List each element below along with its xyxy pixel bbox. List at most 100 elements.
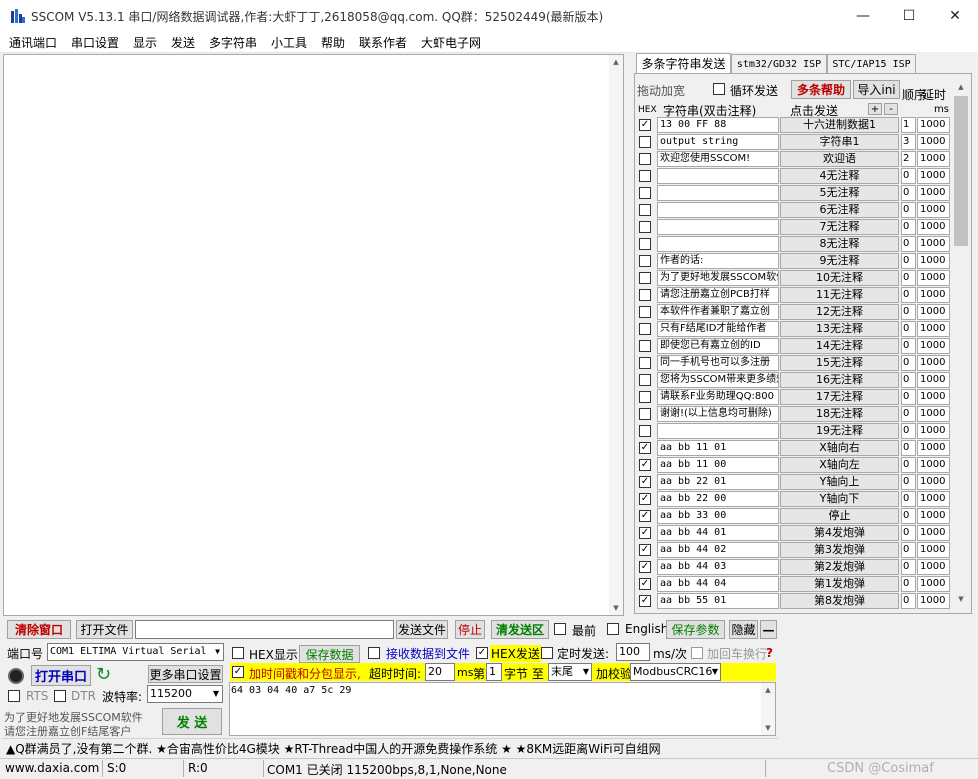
menu-help[interactable]: 帮助 — [321, 34, 345, 51]
row-order-input[interactable]: 3 — [901, 134, 916, 150]
row-hex-checkbox[interactable] — [639, 221, 651, 233]
scroll-down-icon[interactable]: ▼ — [609, 601, 623, 615]
row-string-input[interactable]: 只有F结尾ID才能给作者 — [657, 321, 779, 337]
row-send-button[interactable]: 8无注释 — [780, 236, 899, 252]
row-send-button[interactable]: 第8发炮弹 — [780, 593, 899, 609]
row-send-button[interactable]: 17无注释 — [780, 389, 899, 405]
row-send-button[interactable]: 13无注释 — [780, 321, 899, 337]
row-order-input[interactable]: 0 — [901, 389, 916, 405]
timed-send-checkbox[interactable] — [541, 647, 553, 659]
row-send-button[interactable]: 4无注释 — [780, 168, 899, 184]
close-button[interactable]: ✕ — [932, 0, 978, 32]
row-order-input[interactable]: 1 — [901, 117, 916, 133]
row-hex-checkbox[interactable] — [639, 272, 651, 284]
menu-multi-string[interactable]: 多字符串 — [209, 34, 257, 51]
row-delay-input[interactable]: 1000 — [917, 219, 950, 235]
row-hex-checkbox[interactable]: ✓ — [639, 476, 651, 488]
drag-widen-label[interactable]: 拖动加宽 — [637, 82, 685, 99]
row-delay-input[interactable]: 1000 — [917, 253, 950, 269]
row-send-button[interactable]: 6无注释 — [780, 202, 899, 218]
row-send-button[interactable]: 19无注释 — [780, 423, 899, 439]
row-string-input[interactable] — [657, 202, 779, 218]
row-order-input[interactable]: 0 — [901, 440, 916, 456]
row-order-input[interactable]: 0 — [901, 423, 916, 439]
row-hex-checkbox[interactable] — [639, 391, 651, 403]
row-order-input[interactable]: 0 — [901, 406, 916, 422]
row-delay-input[interactable]: 1000 — [917, 151, 950, 167]
row-string-input[interactable]: 请联系F业务助理QQ:800 — [657, 389, 779, 405]
row-string-input[interactable]: aa bb 22 00 — [657, 491, 779, 507]
row-order-input[interactable]: 0 — [901, 355, 916, 371]
row-delay-input[interactable]: 1000 — [917, 508, 950, 524]
row-delay-input[interactable]: 1000 — [917, 338, 950, 354]
menu-port-settings[interactable]: 串口设置 — [71, 34, 119, 51]
row-string-input[interactable]: 本软件作者兼职了嘉立创 — [657, 304, 779, 320]
baud-select[interactable]: 115200 ▼ — [147, 685, 223, 703]
receive-area[interactable] — [3, 54, 624, 616]
row-order-input[interactable]: 0 — [901, 525, 916, 541]
tab-stc-isp[interactable]: STC/IAP15 ISP — [827, 54, 916, 73]
status-site[interactable]: www.daxia.com — [5, 761, 99, 775]
send-textarea[interactable]: 64 03 04 40 a7 5c 29 ▲ ▼ — [229, 682, 776, 736]
row-send-button[interactable]: 12无注释 — [780, 304, 899, 320]
timed-interval-input[interactable]: 100 — [616, 643, 650, 661]
open-port-button[interactable]: 打开串口 — [31, 665, 91, 686]
row-string-input[interactable]: 为了更好地发展SSCOM软件 — [657, 270, 779, 286]
row-string-input[interactable]: output string — [657, 134, 779, 150]
row-send-button[interactable]: 欢迎语 — [780, 151, 899, 167]
topmost-checkbox[interactable] — [554, 623, 566, 635]
send-button[interactable]: 发 送 — [162, 708, 222, 735]
dtr-checkbox[interactable] — [54, 690, 66, 702]
row-order-input[interactable]: 0 — [901, 338, 916, 354]
row-string-input[interactable]: 谢谢!(以上信息均可删除) — [657, 406, 779, 422]
row-delay-input[interactable]: 1000 — [917, 117, 950, 133]
row-order-input[interactable]: 0 — [901, 304, 916, 320]
row-delay-input[interactable]: 1000 — [917, 576, 950, 592]
row-string-input[interactable]: aa bb 44 01 — [657, 525, 779, 541]
row-send-button[interactable]: 停止 — [780, 508, 899, 524]
row-hex-checkbox[interactable] — [639, 255, 651, 267]
save-data-button[interactable]: 保存数据 — [299, 645, 360, 663]
hex-send-checkbox[interactable]: ✓ — [476, 647, 488, 659]
row-delay-input[interactable]: 1000 — [917, 542, 950, 558]
row-delay-input[interactable]: 1000 — [917, 168, 950, 184]
save-params-button[interactable]: 保存参数 — [666, 620, 725, 639]
hex-display-checkbox[interactable] — [232, 647, 244, 659]
collapse-button[interactable]: — — [760, 620, 777, 639]
row-string-input[interactable]: aa bb 55 01 — [657, 593, 779, 609]
stop-button[interactable]: 停止 — [455, 620, 485, 639]
row-order-input[interactable]: 0 — [901, 202, 916, 218]
row-delay-input[interactable]: 1000 — [917, 287, 950, 303]
row-hex-checkbox[interactable]: ✓ — [639, 544, 651, 556]
checksum-select[interactable]: ModbusCRC16 ▼ — [630, 663, 721, 681]
row-order-input[interactable]: 2 — [901, 151, 916, 167]
row-delay-input[interactable]: 1000 — [917, 525, 950, 541]
help-icon[interactable]: ? — [766, 646, 773, 660]
row-send-button[interactable]: 字符串1 — [780, 134, 899, 150]
import-ini-button[interactable]: 导入ini — [853, 80, 900, 99]
row-delay-input[interactable]: 1000 — [917, 321, 950, 337]
row-send-button[interactable]: 9无注释 — [780, 253, 899, 269]
row-hex-checkbox[interactable]: ✓ — [639, 578, 651, 590]
row-hex-checkbox[interactable]: ✓ — [639, 442, 651, 454]
row-hex-checkbox[interactable] — [639, 425, 651, 437]
hide-button[interactable]: 隐藏 — [729, 620, 758, 639]
row-order-input[interactable]: 0 — [901, 508, 916, 524]
clear-send-button[interactable]: 清发送区 — [491, 620, 549, 639]
row-order-input[interactable]: 0 — [901, 491, 916, 507]
row-send-button[interactable]: Y轴向上 — [780, 474, 899, 490]
row-order-input[interactable]: 0 — [901, 559, 916, 575]
row-string-input[interactable] — [657, 185, 779, 201]
row-delay-input[interactable]: 1000 — [917, 236, 950, 252]
row-send-button[interactable]: 5无注释 — [780, 185, 899, 201]
row-delay-input[interactable]: 1000 — [917, 440, 950, 456]
row-delay-input[interactable]: 1000 — [917, 423, 950, 439]
row-string-input[interactable]: aa bb 44 02 — [657, 542, 779, 558]
maximize-button[interactable]: ☐ — [886, 0, 932, 32]
scroll-down-icon[interactable]: ▼ — [761, 721, 775, 735]
row-send-button[interactable]: 18无注释 — [780, 406, 899, 422]
row-string-input[interactable]: 13 00 FF 88 — [657, 117, 779, 133]
row-string-input[interactable]: aa bb 11 01 — [657, 440, 779, 456]
row-hex-checkbox[interactable] — [639, 374, 651, 386]
tab-multi-string[interactable]: 多条字符串发送 — [636, 53, 731, 73]
